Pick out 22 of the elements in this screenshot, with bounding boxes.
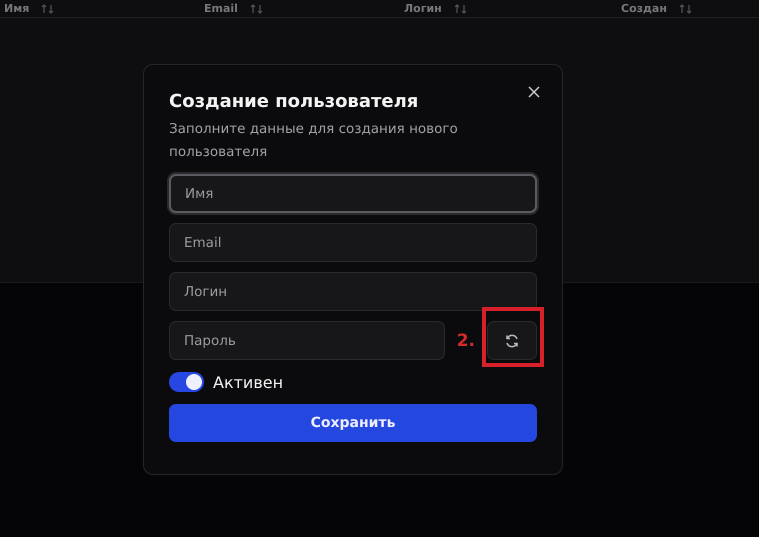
- column-header[interactable]: Создан: [621, 2, 667, 15]
- save-button[interactable]: Сохранить: [169, 404, 537, 442]
- annotation-frame: [482, 307, 544, 367]
- column-header[interactable]: Email: [204, 2, 238, 15]
- sort-icon[interactable]: [41, 4, 56, 14]
- toggle-label: Активен: [213, 372, 284, 392]
- refresh-icon[interactable]: [504, 332, 520, 348]
- input-field[interactable]: Имя: [169, 174, 537, 213]
- input-field[interactable]: Логин: [169, 272, 537, 311]
- input-field[interactable]: Email: [169, 223, 537, 262]
- column-header[interactable]: Логин: [404, 2, 442, 15]
- annotation-label: 2.: [456, 330, 475, 350]
- close-button[interactable]: [526, 84, 542, 100]
- input-field[interactable]: Пароль: [169, 321, 445, 360]
- toggle-switch[interactable]: [169, 372, 204, 392]
- sort-icon[interactable]: [250, 4, 264, 14]
- dialog-title: Создание пользователя: [169, 91, 420, 112]
- refresh-button[interactable]: [487, 321, 537, 360]
- sort-icon[interactable]: [454, 4, 468, 14]
- sort-icon[interactable]: [678, 4, 693, 14]
- column-header[interactable]: Имя: [4, 2, 30, 15]
- dialog-description: Заполните данные для создания нового пользователя: [169, 120, 459, 162]
